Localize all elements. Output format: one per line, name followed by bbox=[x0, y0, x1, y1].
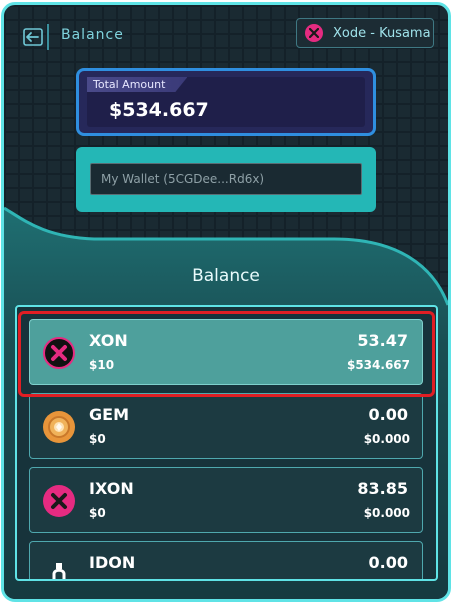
balance-panel-title: Balance bbox=[192, 266, 260, 286]
token-amount: 0.00 bbox=[368, 405, 408, 424]
ixon-logo-icon bbox=[43, 485, 75, 517]
token-row-gem[interactable]: GEM $0 0.00 $0.000 bbox=[29, 393, 423, 459]
token-value: $0.000 bbox=[363, 432, 410, 446]
token-amount: 53.47 bbox=[357, 331, 408, 350]
token-amount: 0.00 bbox=[368, 553, 408, 572]
token-price: $10 bbox=[89, 358, 115, 372]
token-name: GEM bbox=[89, 405, 129, 424]
token-list: XON $10 53.47 $534.667 GEM $0 0.00 $0.00… bbox=[15, 305, 438, 581]
idon-logo-icon bbox=[43, 559, 75, 579]
token-name: IDON bbox=[89, 553, 136, 572]
token-row-idon[interactable]: IDON 0.00 bbox=[29, 541, 423, 579]
xon-logo-icon bbox=[43, 337, 75, 369]
token-name: IXON bbox=[89, 479, 134, 498]
token-name: XON bbox=[89, 331, 128, 350]
app-frame: Balance Xode - Kusama Total Amount $534.… bbox=[1, 2, 451, 602]
token-value: $534.667 bbox=[346, 358, 410, 372]
token-row-xon[interactable]: XON $10 53.47 $534.667 bbox=[29, 319, 423, 385]
token-price: $0 bbox=[89, 432, 106, 446]
token-amount: 83.85 bbox=[357, 479, 408, 498]
token-price: $0 bbox=[89, 506, 106, 520]
gem-coin-icon bbox=[43, 411, 75, 443]
token-value: $0.000 bbox=[363, 506, 410, 520]
token-row-ixon[interactable]: IXON $0 83.85 $0.000 bbox=[29, 467, 423, 533]
